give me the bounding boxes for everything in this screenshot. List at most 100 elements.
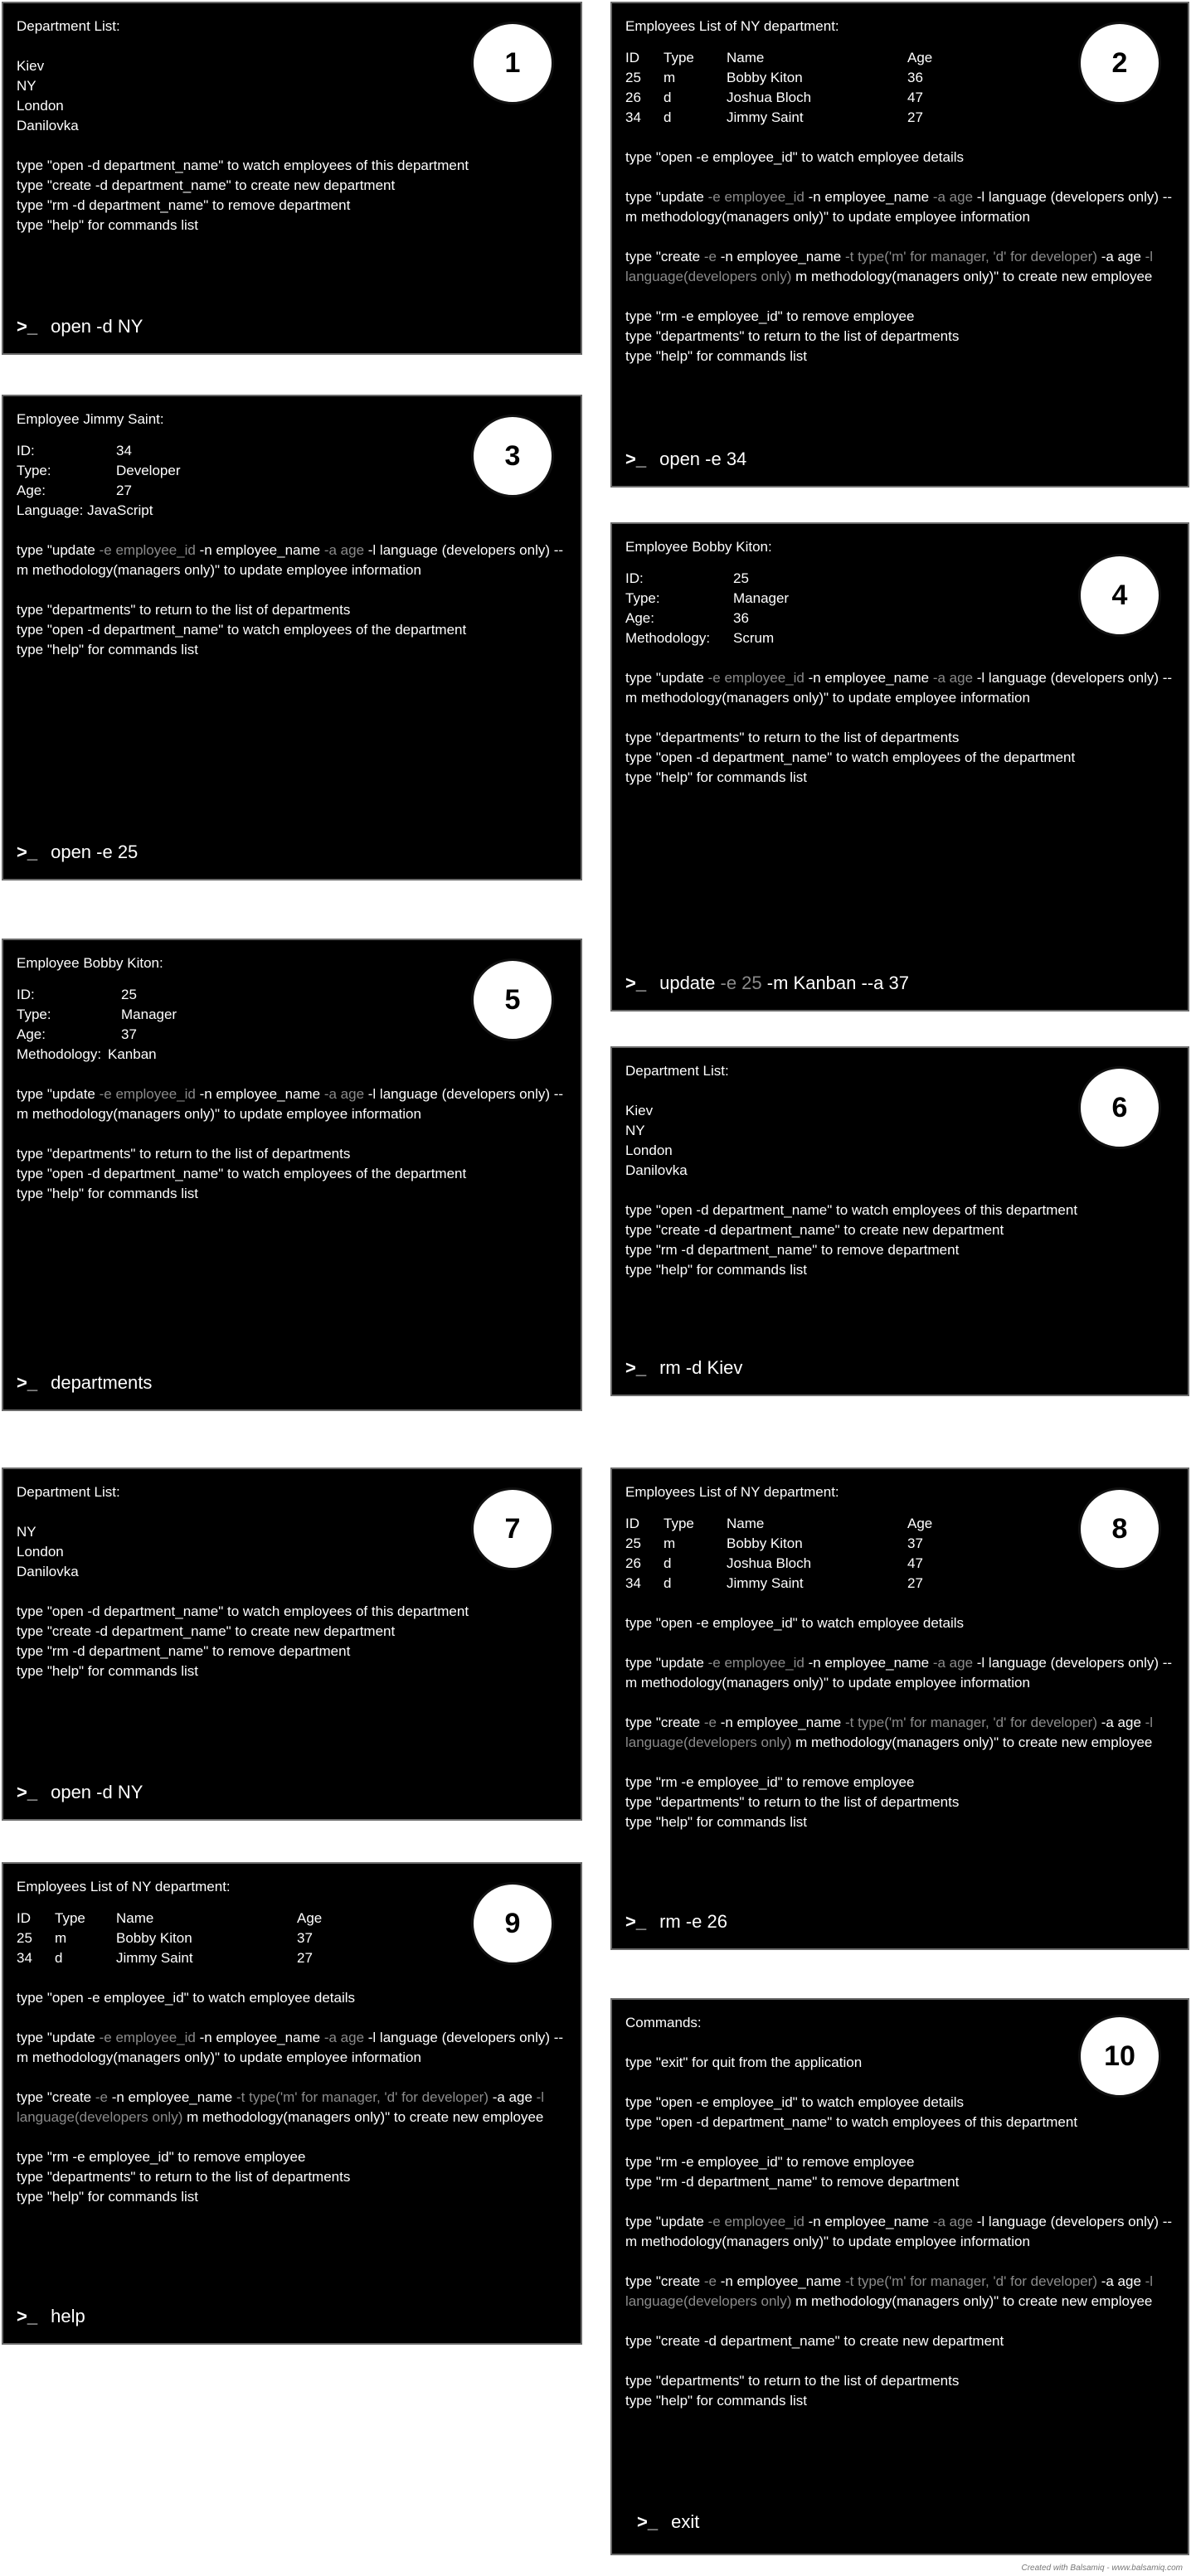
prompt-icon: >_ bbox=[637, 2511, 659, 2532]
command-prompt[interactable]: >_ rm -d Kiev bbox=[625, 1358, 742, 1378]
help-line-update: type "update -e employee_id -n employee_… bbox=[625, 189, 1173, 225]
table-cell: 25 bbox=[625, 70, 641, 85]
prompt-icon: >_ bbox=[17, 842, 38, 862]
help-line: type "departments" to return to the list… bbox=[625, 2373, 960, 2389]
command-prompt[interactable]: >_ open -d NY bbox=[17, 317, 143, 337]
help-text: type "departments" to return to the list… bbox=[625, 2371, 1176, 2411]
table-cell: Jimmy Saint bbox=[116, 1950, 193, 1966]
command-prompt[interactable]: >_ open -e 34 bbox=[625, 449, 746, 469]
prompt-icon: >_ bbox=[625, 973, 647, 993]
command-input[interactable]: open -e 25 bbox=[51, 842, 138, 862]
table-cell: m bbox=[55, 1930, 67, 1946]
command-input[interactable]: exit bbox=[671, 2511, 699, 2532]
help-line: type "departments" to return to the list… bbox=[17, 2169, 351, 2185]
command-input[interactable]: rm -e 26 bbox=[659, 1911, 727, 1932]
help-line: type "departments" to return to the list… bbox=[625, 1794, 960, 1810]
command-prompt[interactable]: >_ rm -e 26 bbox=[625, 1912, 727, 1932]
table-cell: 27 bbox=[907, 1575, 923, 1591]
table-cell: d bbox=[664, 1575, 672, 1591]
help-line: type "help" for commands list bbox=[625, 348, 807, 364]
help-line: type "create -d department_name" to crea… bbox=[17, 177, 396, 193]
command-input[interactable]: open -d NY bbox=[51, 1782, 143, 1802]
help-text: type "open -e employee_id" to watch empl… bbox=[625, 2093, 1176, 2132]
terminal-window-1: 1 Department List: Kiev NY London Danilo… bbox=[2, 2, 582, 355]
table-cell: 37 bbox=[907, 1535, 923, 1551]
help-line: type "departments" to return to the list… bbox=[625, 328, 960, 344]
command-prompt[interactable]: >_ help bbox=[17, 2307, 85, 2326]
help-line: type "help" for commands list bbox=[625, 2393, 807, 2409]
command-prompt[interactable]: >_ open -d NY bbox=[17, 1783, 143, 1802]
command-input[interactable]: open -d NY bbox=[51, 316, 143, 337]
help-text: type "rm -e employee_id" to remove emplo… bbox=[625, 2152, 1176, 2192]
screen-title: Employee Bobby Kiton: bbox=[625, 539, 772, 555]
command-prompt[interactable]: >_ exit bbox=[637, 2512, 699, 2532]
command-input[interactable]: rm -d Kiev bbox=[659, 1357, 742, 1378]
terminal-window-3: 3 Employee Jimmy Saint: ID: 34 Type: Devel… bbox=[2, 395, 582, 880]
table-cell: 47 bbox=[907, 1555, 923, 1571]
help-line: type "open -d department_name" to watch … bbox=[625, 2114, 1078, 2130]
table-header: Type bbox=[664, 50, 694, 65]
terminal-window-8: 8 Employees List of NY department: ID Ty… bbox=[610, 1467, 1189, 1950]
table-cell: m bbox=[664, 1535, 676, 1551]
step-number-badge: 10 bbox=[1078, 2015, 1161, 2098]
list-item: Danilovka bbox=[625, 1162, 688, 1178]
help-line: type "rm -e employee_id" to remove emplo… bbox=[625, 308, 915, 324]
command-input[interactable]: open -e 34 bbox=[659, 449, 746, 469]
prompt-icon: >_ bbox=[625, 449, 647, 469]
step-number-badge: 2 bbox=[1078, 22, 1161, 104]
help-line: type "open -d department_name" to watch … bbox=[17, 158, 469, 173]
list-item: London bbox=[625, 1142, 673, 1158]
table-cell: d bbox=[55, 1950, 63, 1966]
list-item: London bbox=[17, 98, 64, 114]
command-prompt[interactable]: >_ open -e 25 bbox=[17, 842, 138, 862]
help-line: type "departments" to return to the list… bbox=[17, 602, 351, 618]
help-line: type "help" for commands list bbox=[17, 1663, 198, 1679]
table-cell: Joshua Bloch bbox=[727, 1555, 812, 1571]
prompt-icon: >_ bbox=[17, 1782, 38, 1802]
help-text: type "departments" to return to the list… bbox=[625, 728, 1176, 788]
help-line-update: type "update -e employee_id -n employee_… bbox=[17, 2030, 564, 2065]
help-line: type "open -d department_name" to watch … bbox=[625, 1202, 1078, 1218]
table-cell: d bbox=[664, 90, 672, 105]
command-input[interactable]: help bbox=[51, 2306, 85, 2326]
help-line: type "help" for commands list bbox=[17, 1186, 198, 1201]
table-cell: 27 bbox=[297, 1950, 313, 1966]
table-cell: 36 bbox=[907, 70, 923, 85]
help-line: type "create -d department_name" to crea… bbox=[625, 2333, 1004, 2349]
table-header: Age bbox=[297, 1910, 323, 1926]
help-text: type "rm -e employee_id" to remove emplo… bbox=[625, 1773, 1176, 1832]
help-line-create: type "create -e -n employee_name -t type… bbox=[625, 1715, 1154, 1750]
help-line: type "rm -d department_name" to remove d… bbox=[625, 1242, 960, 1258]
help-line: type "open -d department_name" to watch … bbox=[17, 1166, 467, 1181]
help-line: type "rm -d department_name" to remove d… bbox=[625, 2174, 960, 2190]
help-line: type "open -d department_name" to watch … bbox=[625, 750, 1076, 765]
command-prompt[interactable]: >_ update -e 25 -m Kanban --a 37 bbox=[625, 973, 909, 993]
table-cell: Jimmy Saint bbox=[727, 1575, 804, 1591]
table-header: Type bbox=[55, 1910, 85, 1926]
help-text: type "departments" to return to the list… bbox=[17, 600, 569, 660]
help-line: type "open -e employee_id" to watch empl… bbox=[17, 1990, 356, 2006]
table-cell: 34 bbox=[17, 1950, 32, 1966]
help-line: type "help" for commands list bbox=[17, 2189, 198, 2205]
help-line-update: type "update -e employee_id -n employee_… bbox=[17, 1086, 564, 1122]
help-line-update: type "update -e employee_id -n employee_… bbox=[625, 1655, 1173, 1691]
help-line-update: type "update -e employee_id -n employee_… bbox=[625, 2214, 1173, 2249]
prompt-icon: >_ bbox=[17, 1372, 38, 1393]
terminal-window-10: 10 Commands: type "exit" for quit from t… bbox=[610, 1998, 1189, 2555]
help-line-create: type "create -e -n employee_name -t type… bbox=[17, 2089, 545, 2125]
terminal-window-7: 7 Department List: NY London Danilovka t… bbox=[2, 1467, 582, 1821]
table-cell: 25 bbox=[625, 1535, 641, 1551]
step-number-badge: 4 bbox=[1078, 554, 1161, 637]
help-line: type "help" for commands list bbox=[625, 1814, 807, 1830]
table-cell: 34 bbox=[625, 1575, 641, 1591]
command-input[interactable]: update -e 25 -m Kanban --a 37 bbox=[659, 973, 909, 993]
command-prompt[interactable]: >_ departments bbox=[17, 1373, 152, 1393]
step-number-badge: 5 bbox=[471, 958, 554, 1041]
table-header: Name bbox=[727, 1516, 765, 1531]
table-cell: Jimmy Saint bbox=[727, 109, 804, 125]
table-cell: Joshua Bloch bbox=[727, 90, 812, 105]
help-line: type "open -e employee_id" to watch empl… bbox=[625, 1615, 965, 1631]
help-line: type "rm -e employee_id" to remove emplo… bbox=[625, 1774, 915, 1790]
step-number-badge: 3 bbox=[471, 415, 554, 497]
command-input[interactable]: departments bbox=[51, 1372, 152, 1393]
